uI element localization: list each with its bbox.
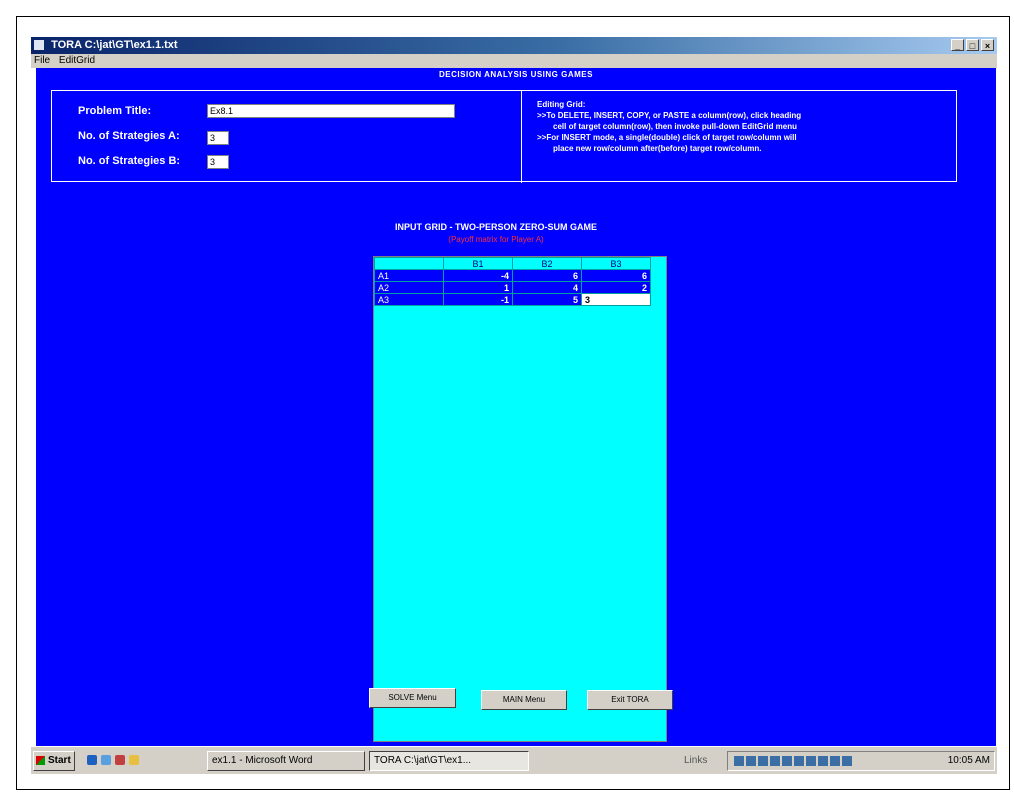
row-header-a1[interactable]: A1	[374, 269, 444, 282]
col-header-b3[interactable]: B3	[581, 257, 651, 270]
start-button[interactable]: Start	[33, 751, 75, 771]
grid-cell[interactable]: -4	[443, 269, 513, 282]
help-heading: Editing Grid:	[537, 100, 586, 109]
folder-icon[interactable]	[129, 755, 139, 765]
task-tora[interactable]: TORA C:\jat\GT\ex1...	[369, 751, 529, 771]
strategies-a-label: No. of Strategies A:	[78, 130, 180, 142]
menu-bar: File EditGrid	[31, 54, 997, 68]
editing-help: Editing Grid: >>To DELETE, INSERT, COPY,…	[537, 99, 947, 154]
task-tora-label: TORA C:\jat\GT\ex1...	[374, 755, 472, 766]
strategies-a-input[interactable]: 3	[207, 131, 229, 145]
help-line-2: cell of target column(row), then invoke …	[553, 122, 798, 131]
grid-cell[interactable]: 2	[581, 281, 651, 294]
maximize-button[interactable]: □	[966, 39, 979, 51]
window-title: TORA C:\jat\GT\ex1.1.txt	[51, 39, 178, 51]
minimize-button[interactable]: _	[951, 39, 964, 51]
panel-divider	[521, 91, 522, 183]
grid-header-row: B1 B2 B3	[374, 257, 651, 270]
tray-icon[interactable]	[806, 756, 816, 766]
table-row: A2 1 4 2	[374, 281, 651, 294]
problem-title-label: Problem Title:	[78, 105, 152, 117]
tray-icon[interactable]	[782, 756, 792, 766]
input-grid-panel[interactable]: B1 B2 B3 A1 -4 6 6 A2 1 4 2 A3 -1 5 3	[373, 256, 667, 742]
grid-title: INPUT GRID - TWO-PERSON ZERO-SUM GAME	[395, 222, 597, 232]
grid-cell[interactable]: 6	[581, 269, 651, 282]
table-row: A1 -4 6 6	[374, 269, 651, 282]
solve-menu-button[interactable]: SOLVE Menu	[369, 688, 456, 708]
tray-icon[interactable]	[734, 756, 744, 766]
tray-icon[interactable]	[770, 756, 780, 766]
col-header-b1[interactable]: B1	[443, 257, 513, 270]
tray-icon[interactable]	[758, 756, 768, 766]
clock: 10:05 AM	[947, 755, 990, 766]
tray-icon[interactable]	[818, 756, 828, 766]
help-line-3: >>For INSERT mode, a single(double) clic…	[537, 133, 797, 142]
tray-icon[interactable]	[842, 756, 852, 766]
grid-cell[interactable]: 5	[512, 293, 582, 306]
grid-cell-active[interactable]: 3	[581, 293, 651, 306]
grid-subtitle: (Payoff matrix for Player A)	[448, 235, 544, 244]
system-tray: Links 10:05 AM	[684, 751, 995, 771]
problem-panel: Problem Title: Ex8.1 No. of Strategies A…	[51, 90, 957, 183]
grid-cell[interactable]: 1	[443, 281, 513, 294]
tray-icons	[734, 756, 852, 766]
links-toolbar[interactable]: Links	[684, 752, 707, 770]
tray-icon[interactable]	[830, 756, 840, 766]
title-bar[interactable]: TORA C:\jat\GT\ex1.1.txt _ □ ×	[31, 37, 997, 54]
row-header-a3[interactable]: A3	[374, 293, 444, 306]
menu-file[interactable]: File	[31, 55, 53, 66]
grid-cell[interactable]: 6	[512, 269, 582, 282]
ie-icon[interactable]	[87, 755, 97, 765]
task-word-label: ex1.1 - Microsoft Word	[212, 755, 313, 766]
payoff-grid: B1 B2 B3 A1 -4 6 6 A2 1 4 2 A3 -1 5 3	[374, 257, 651, 306]
grid-cell[interactable]: -1	[443, 293, 513, 306]
help-line-1: >>To DELETE, INSERT, COPY, or PASTE a co…	[537, 111, 802, 120]
media-icon[interactable]	[115, 755, 125, 765]
strategies-b-input[interactable]: 3	[207, 155, 229, 169]
close-button[interactable]: ×	[981, 39, 994, 51]
strategies-b-label: No. of Strategies B:	[78, 155, 181, 167]
grid-cell[interactable]: 4	[512, 281, 582, 294]
menu-editgrid[interactable]: EditGrid	[56, 55, 98, 66]
taskbar: Start ex1.1 - Microsoft Word TORA C:\jat…	[31, 746, 997, 774]
grid-corner	[374, 257, 444, 270]
table-row: A3 -1 5 3	[374, 293, 651, 306]
problem-title-input[interactable]: Ex8.1	[207, 104, 455, 118]
help-line-4: place new row/column after(before) targe…	[553, 144, 762, 153]
tray-icon[interactable]	[746, 756, 756, 766]
exit-tora-button[interactable]: Exit TORA	[587, 690, 673, 710]
section-title: DECISION ANALYSIS USING GAMES	[439, 70, 593, 79]
task-word[interactable]: ex1.1 - Microsoft Word	[207, 751, 365, 771]
windows-logo-icon	[36, 755, 45, 765]
outlook-icon[interactable]	[101, 755, 111, 765]
tray-icon[interactable]	[794, 756, 804, 766]
row-header-a2[interactable]: A2	[374, 281, 444, 294]
main-menu-button[interactable]: MAIN Menu	[481, 690, 567, 710]
app-icon	[34, 40, 44, 50]
col-header-b2[interactable]: B2	[512, 257, 582, 270]
main-area: DECISION ANALYSIS USING GAMES Problem Ti…	[36, 68, 996, 746]
start-label: Start	[48, 755, 71, 766]
